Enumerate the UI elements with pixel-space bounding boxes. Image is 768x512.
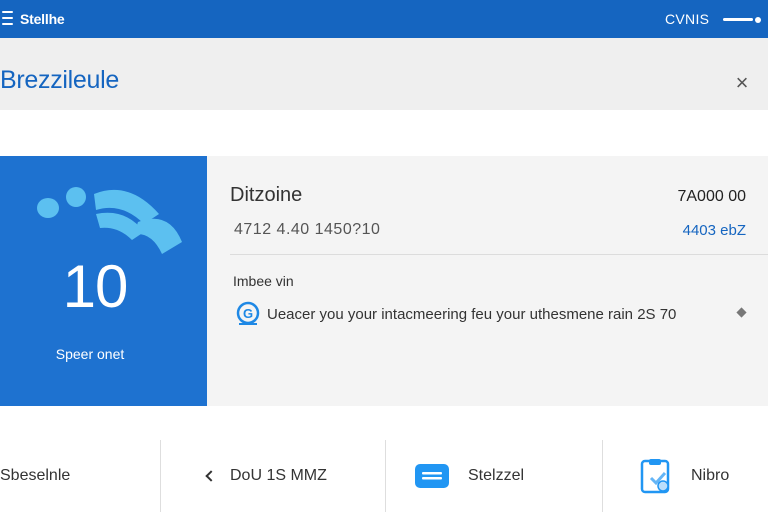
- hamburger-icon[interactable]: [2, 11, 13, 25]
- info-text: Ueacer you your intacmeering feu your ut…: [267, 305, 677, 323]
- nav-label: Nibro: [691, 467, 730, 484]
- speed-caption: Speer onet: [55, 346, 125, 362]
- speed-value: 10: [62, 253, 129, 320]
- item-title: Ditzoine: [230, 184, 303, 206]
- bottom-navigation: Sbeselnle DoU 1S MMZ Stelzzel Nibro: [0, 440, 768, 512]
- page-title: Brezzileule: [0, 66, 119, 94]
- item-subtitle: 4712 4.40 1450?10: [234, 221, 381, 238]
- divider: [230, 254, 768, 255]
- nav-label: Sbeselnle: [0, 467, 71, 484]
- close-icon[interactable]: ×: [732, 72, 752, 94]
- chevron-left-icon: [205, 470, 217, 482]
- summary-card: 10 Speer onet Ditzoine 7A000 00 4712 4.4…: [0, 156, 768, 406]
- nav-label: DoU 1S MMZ: [230, 467, 327, 484]
- clipboard-icon: [640, 459, 670, 494]
- nav-item-back[interactable]: DoU 1S MMZ: [161, 440, 386, 512]
- svg-text:G: G: [243, 306, 253, 321]
- nav-item-schedule[interactable]: Sbeselnle: [0, 440, 161, 512]
- section-label: Imbee vin: [233, 273, 294, 289]
- top-app-bar: Stellhe CVNIS: [0, 0, 768, 38]
- speed-tile[interactable]: 10 Speer onet: [0, 156, 207, 406]
- card-icon: [415, 464, 449, 488]
- signal-wave-icon: [37, 187, 182, 254]
- nav-item-clip[interactable]: Nibro: [603, 440, 768, 512]
- g-circle-icon: G: [236, 301, 260, 325]
- page-header: Brezzileule ×: [0, 38, 768, 110]
- info-row[interactable]: G Ueacer you your intacmeering feu your …: [235, 301, 755, 327]
- detail-panel: Ditzoine 7A000 00 4712 4.40 1450?10 4403…: [207, 156, 768, 406]
- item-amount: 7A000 00: [677, 188, 746, 205]
- nav-item-card[interactable]: Stelzzel: [386, 440, 603, 512]
- app-title: Stellhe: [20, 11, 65, 27]
- nav-label: Stelzzel: [468, 467, 525, 484]
- top-right-label[interactable]: CVNIS: [665, 11, 709, 27]
- item-sub-value[interactable]: 4403 ebZ: [683, 222, 746, 239]
- toggle-switch[interactable]: [723, 16, 763, 23]
